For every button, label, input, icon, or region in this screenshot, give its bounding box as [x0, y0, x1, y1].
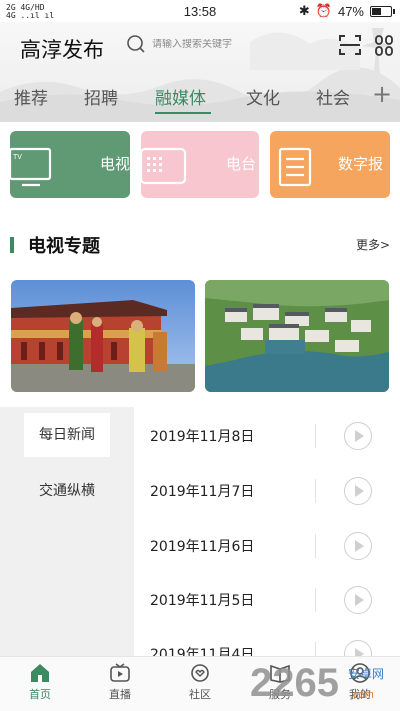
category-traffic[interactable]: 交通纵横 [24, 469, 110, 513]
row-divider [315, 479, 316, 503]
site-watermark-logo: 2265 安卓网 .com [250, 661, 384, 705]
news-date: 2019年11月8日 [150, 429, 255, 445]
add-channel-button[interactable]: + [372, 80, 392, 108]
nav-home[interactable]: 首页 [10, 663, 70, 702]
category-sidebar: 每日新闻 交通纵横 [0, 407, 134, 656]
menu-icon[interactable] [374, 34, 394, 58]
row-divider [315, 534, 316, 558]
tab-recommend[interactable]: 推荐 [14, 84, 48, 109]
search-input[interactable] [152, 38, 272, 50]
radio-card-label: 电台 [226, 155, 257, 173]
tv-card-label: 电视 [100, 155, 130, 173]
scan-icon[interactable] [338, 34, 362, 56]
more-link[interactable]: 更多> [356, 236, 390, 253]
battery-fill [372, 7, 382, 15]
village-aerial-photo [205, 280, 389, 392]
tv-icon: TV [10, 147, 52, 187]
play-icon[interactable] [344, 586, 372, 614]
status-right: ✱ ⏰ 47% [298, 3, 395, 19]
nav-home-label: 首页 [29, 688, 51, 701]
status-bar: 2G 4G/HD 4G ..ıl ıl 13:58 ✱ ⏰ 47% [0, 0, 400, 22]
nav-live-label: 直播 [109, 688, 131, 701]
festival-photo [11, 280, 195, 392]
home-icon [31, 664, 49, 682]
section-title: 电视专题 [28, 236, 100, 257]
news-row[interactable]: 2019年11月5日 [134, 572, 400, 627]
newspaper-card[interactable]: 数字报 [270, 131, 390, 198]
news-date: 2019年11月4日 [150, 647, 255, 656]
news-row[interactable]: 2019年11月4日 [134, 626, 400, 656]
watermark-number: 2265 [250, 661, 339, 705]
channel-tabs: 推荐 招聘 融媒体 文化 社会 + [0, 80, 400, 118]
live-tv-icon [110, 663, 130, 682]
tv-card[interactable]: TV 电视 [10, 131, 130, 198]
watermark-url: .com [350, 689, 374, 701]
tab-jobs[interactable]: 招聘 [84, 84, 118, 109]
battery-percent: 47% [337, 3, 364, 19]
tab-media[interactable]: 融媒体 [155, 84, 206, 109]
search-bar[interactable] [126, 34, 272, 54]
search-icon [127, 35, 145, 53]
row-divider [315, 588, 316, 612]
battery-icon [370, 5, 395, 17]
bluetooth-icon: ✱ [298, 3, 310, 18]
app-title: 高淳发布 [20, 38, 104, 62]
topic-thumbnail-village[interactable] [205, 280, 389, 392]
community-icon [191, 664, 209, 682]
newspaper-icon [278, 147, 312, 187]
header: 高淳发布 推荐 招聘 融媒体 文化 社会 + [0, 22, 400, 122]
media-cards: TV 电视 电台 数字报 [10, 131, 400, 199]
news-row[interactable]: 2019年11月7日 [134, 463, 400, 518]
radio-icon [141, 147, 187, 185]
nav-live[interactable]: 直播 [90, 663, 150, 702]
news-row[interactable]: 2019年11月6日 [134, 518, 400, 573]
svg-text:TV: TV [13, 154, 22, 161]
radio-card[interactable]: 电台 [141, 131, 259, 198]
news-date: 2019年11月7日 [150, 484, 255, 500]
nav-community[interactable]: 社区 [170, 663, 230, 702]
topic-thumbnail-festival[interactable] [11, 280, 195, 392]
news-date: 2019年11月6日 [150, 539, 255, 555]
row-divider [315, 424, 316, 448]
nav-community-label: 社区 [189, 688, 211, 701]
play-icon[interactable] [344, 422, 372, 450]
active-tab-indicator [155, 112, 211, 114]
tab-culture[interactable]: 文化 [246, 84, 280, 109]
category-daily-news[interactable]: 每日新闻 [24, 413, 110, 457]
tv-topics-header: 电视专题 更多> [10, 230, 390, 260]
newspaper-card-label: 数字报 [338, 155, 384, 173]
alarm-icon: ⏰ [315, 3, 332, 18]
news-row[interactable]: 2019年11月8日 [134, 408, 400, 463]
play-icon[interactable] [344, 532, 372, 560]
section-accent-bar [10, 237, 14, 253]
news-date: 2019年11月5日 [150, 593, 255, 609]
tab-society[interactable]: 社会 [316, 84, 350, 109]
play-icon[interactable] [344, 477, 372, 505]
watermark-suffix: 安卓网 [348, 666, 384, 681]
